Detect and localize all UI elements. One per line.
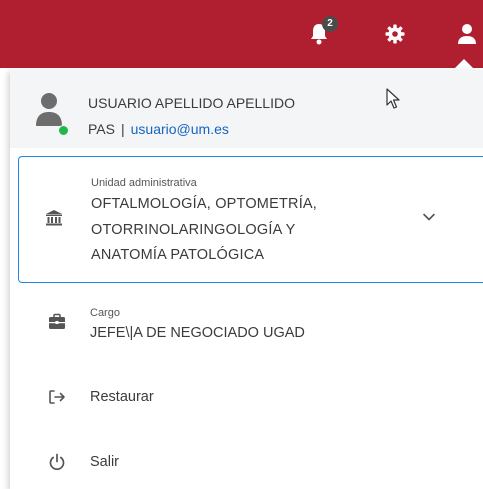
chevron-down-icon[interactable] [421, 209, 437, 225]
user-role: PAS [88, 121, 115, 137]
unit-caption: Unidad administrativa [91, 177, 197, 189]
user-avatar-icon [36, 93, 62, 126]
notification-count-badge: 2 [322, 16, 338, 32]
user-role-email-line: PAS | usuario@um.es [88, 121, 229, 137]
role-email-separator: | [120, 121, 125, 137]
mouse-pointer-icon [386, 88, 400, 109]
user-dropdown-panel: USUARIO APELLIDO APELLIDO PAS | usuario@um… [10, 70, 483, 489]
logout-label: Salir [90, 454, 120, 470]
power-icon [49, 453, 65, 471]
unit-name-line: OFTALMOLOGÍA, OPTOMETRÍA, [91, 196, 318, 212]
settings-button[interactable] [383, 22, 407, 46]
restore-menu-item[interactable]: Restaurar [10, 373, 483, 421]
gear-icon [385, 24, 405, 44]
position-value: JEFE\|A DE NEGOCIADO UGAD [90, 325, 305, 341]
profile-header: USUARIO APELLIDO APELLIDO PAS | usuario@um… [10, 70, 483, 148]
unit-name-line: OTORRINOLARINGOLOGÍA Y [91, 222, 296, 238]
user-icon [458, 24, 476, 44]
user-menu-button[interactable] [455, 22, 479, 46]
sign-out-arrow-icon [49, 390, 65, 404]
position-caption: Cargo [90, 307, 120, 319]
user-email-link[interactable]: usuario@um.es [131, 121, 229, 137]
bank-icon [46, 210, 62, 226]
logout-menu-item[interactable]: Salir [10, 438, 483, 486]
user-full-name: USUARIO APELLIDO APELLIDO [88, 95, 295, 111]
restore-label: Restaurar [90, 389, 154, 405]
briefcase-icon [49, 313, 65, 329]
top-navbar: 2 [0, 0, 483, 68]
administrative-unit-selector[interactable]: Unidad administrativa OFTALMOLOGÍA, OPTO… [18, 156, 483, 283]
unit-name-line: ANATOMÍA PATOLÓGICA [91, 247, 265, 263]
online-status-dot [58, 125, 69, 136]
